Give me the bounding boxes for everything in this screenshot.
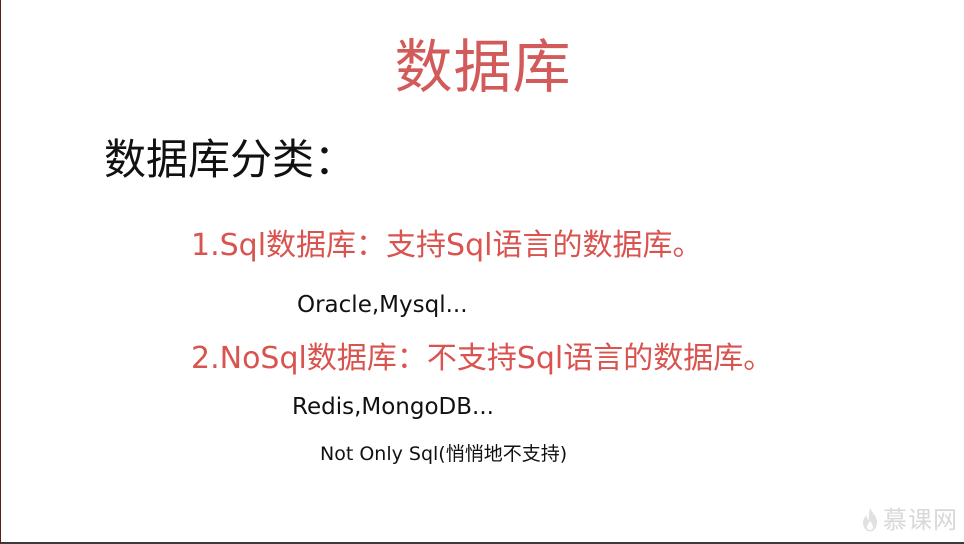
slide-subtitle: 数据库分类：	[104, 135, 357, 184]
watermark-logo: 慕课网	[860, 503, 958, 537]
sql-database-heading: 1.Sql数据库：支持Sql语言的数据库。	[191, 228, 703, 263]
flame-icon	[860, 507, 880, 533]
sql-database-examples: Oracle,Mysql...	[297, 292, 468, 318]
nosql-database-heading: 2.NoSql数据库：不支持Sql语言的数据库。	[191, 341, 774, 376]
nosql-database-examples: Redis,MongoDB...	[292, 394, 494, 420]
watermark-text: 慕课网	[883, 506, 958, 534]
slide-title: 数据库	[394, 33, 572, 101]
nosql-note: Not Only Sql(悄悄地不支持)	[320, 443, 568, 465]
slide: 数据库 数据库分类： 1.Sql数据库：支持Sql语言的数据库。 Oracle,…	[0, 0, 964, 544]
